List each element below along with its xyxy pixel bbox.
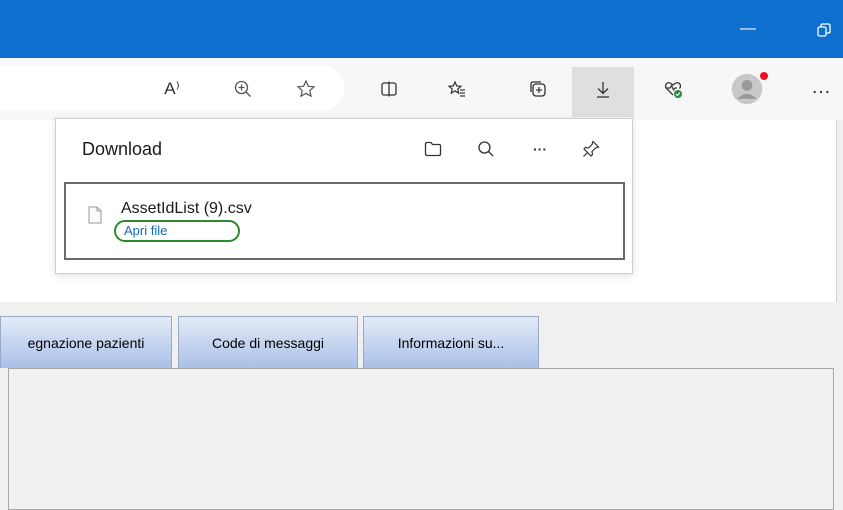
open-folder-icon[interactable]: [421, 137, 445, 161]
tab-content-panel: [8, 368, 834, 510]
download-title: Download: [82, 139, 163, 159]
browser-toolbar: [0, 58, 843, 120]
pin-icon[interactable]: [579, 137, 603, 161]
notification-dot: [760, 72, 768, 80]
split-screen-icon[interactable]: [372, 72, 406, 106]
file-name: AssetIdList (9).csv: [121, 200, 252, 217]
tab-label: Informazioni su...: [397, 334, 505, 351]
tab-patient-assignment[interactable]: egnazione pazienti: [0, 316, 172, 368]
tab-label: Code di messaggi: [211, 334, 325, 351]
download-icon[interactable]: [586, 72, 620, 106]
more-options-icon[interactable]: ···: [528, 137, 552, 161]
favorite-star-icon[interactable]: [289, 72, 323, 106]
minimize-button[interactable]: —: [740, 21, 756, 37]
tab-message-queues[interactable]: Code di messaggi: [178, 316, 358, 368]
read-aloud-icon[interactable]: A⁾: [155, 72, 189, 106]
zoom-icon[interactable]: [226, 72, 260, 106]
restore-button[interactable]: [816, 22, 832, 38]
favorites-icon[interactable]: [440, 72, 474, 106]
health-icon[interactable]: [656, 72, 690, 106]
download-item[interactable]: AssetIdList (9).csv Apri file: [64, 182, 625, 260]
browser-titlebar: —: [0, 0, 843, 58]
file-icon: [88, 206, 102, 224]
more-options-icon[interactable]: …: [804, 70, 838, 104]
search-icon[interactable]: [474, 137, 498, 161]
tab-label: egnazione pazienti: [27, 334, 145, 351]
open-file-link[interactable]: Apri file: [114, 220, 240, 242]
download-flyout: Download ··· AssetIdList (9).csv Apri fi…: [55, 118, 633, 274]
restore-icon: [817, 23, 831, 37]
collections-icon[interactable]: [521, 72, 555, 106]
tab-about[interactable]: Informazioni su...: [363, 316, 539, 368]
